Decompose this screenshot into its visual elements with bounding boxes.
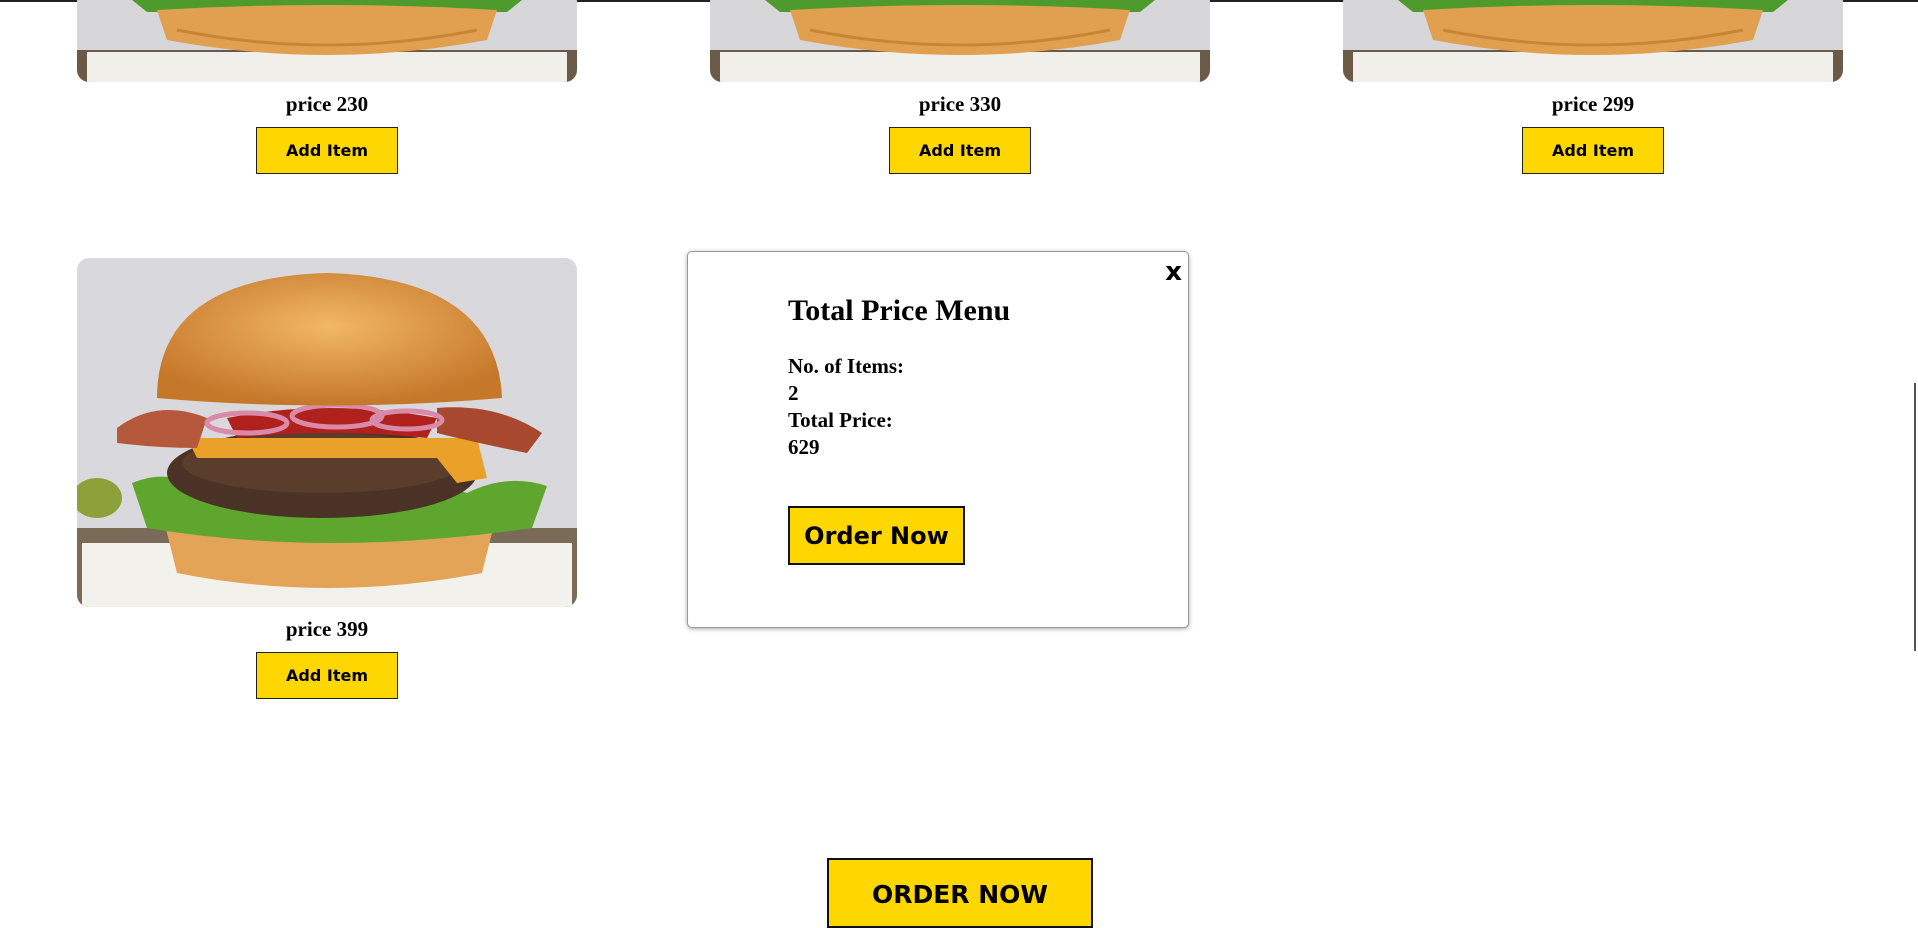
add-item-button[interactable]: Add Item — [889, 127, 1031, 174]
price-label: price 330 — [918, 92, 1002, 116]
items-value: 2 — [788, 381, 799, 405]
burger-image — [77, 0, 577, 82]
scrollbar-thumb[interactable] — [1914, 383, 1916, 651]
total-value: 629 — [788, 435, 820, 459]
burger-image — [710, 0, 1210, 82]
add-item-button[interactable]: Add Item — [256, 652, 398, 699]
total-label: Total Price: — [788, 408, 893, 432]
total-price-modal: x Total Price Menu No. of Items: 2 Total… — [687, 251, 1189, 628]
add-item-button[interactable]: Add Item — [1522, 127, 1664, 174]
modal-summary: No. of Items: 2 Total Price: 629 — [788, 353, 904, 461]
price-label: price 299 — [1551, 92, 1635, 116]
burger-image — [1343, 0, 1843, 82]
order-now-main-button[interactable]: ORDER NOW — [827, 858, 1093, 928]
items-label: No. of Items: — [788, 354, 905, 378]
modal-title: Total Price Menu — [788, 294, 1011, 327]
burger-image — [77, 258, 577, 607]
order-now-button[interactable]: Order Now — [788, 506, 965, 565]
price-label: price 399 — [285, 617, 369, 641]
price-label: price 230 — [285, 92, 369, 116]
add-item-button[interactable]: Add Item — [256, 127, 398, 174]
close-icon[interactable]: x — [1165, 257, 1182, 287]
